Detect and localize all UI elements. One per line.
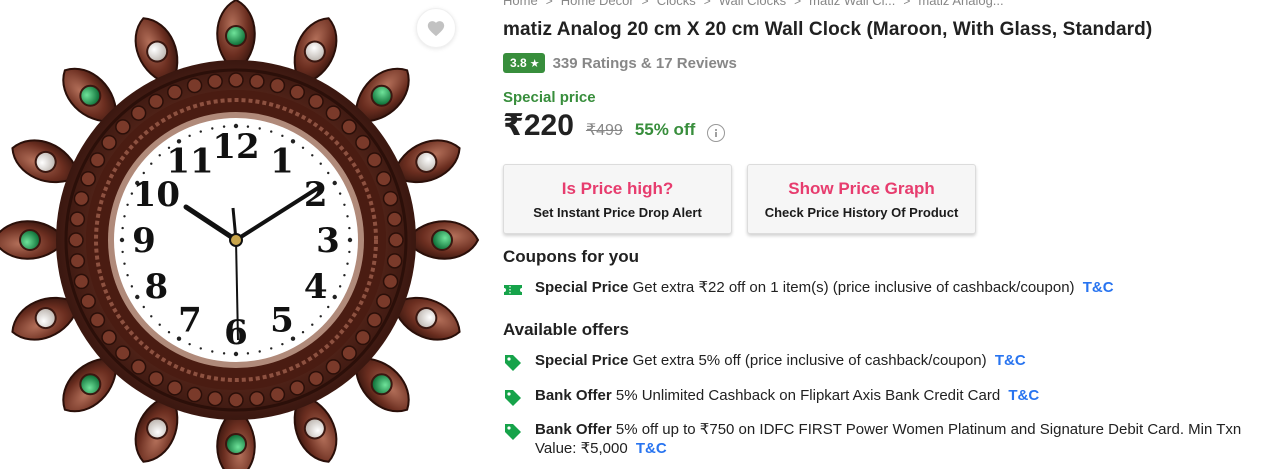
chevron-right-icon: > [703, 0, 711, 8]
product-image-pane: 12 1 2 3 4 5 6 7 8 9 10 11 [0, 0, 480, 469]
wishlist-button[interactable] [416, 8, 456, 48]
coupon-kind: Special Price [535, 279, 629, 296]
special-price-label: Special price [503, 89, 596, 106]
offer-kind: Bank Offer [535, 387, 612, 404]
coupon-description: Get extra ₹22 off on 1 item(s) (price in… [632, 279, 1075, 296]
rating-value: 3.8 [510, 56, 527, 70]
chevron-right-icon: > [794, 0, 802, 8]
price-high-title: Is Price high? [561, 178, 674, 198]
available-offers-heading: Available offers [503, 320, 629, 339]
clock-numeral: 3 [316, 221, 340, 261]
clock-numeral: 6 [224, 313, 248, 353]
offer-description: 5% Unlimited Cashback on Flipkart Axis B… [615, 387, 1001, 404]
product-details: Home > Home Decor > Clocks > Wall Clocks… [503, 0, 1280, 469]
offer-description: Get extra 5% off (price inclusive of cas… [632, 352, 987, 369]
rating-badge[interactable]: 3.8 ★ [503, 53, 545, 73]
offer-tag-icon [505, 424, 521, 440]
price-graph-button[interactable]: Show Price Graph Check Price History Of … [747, 164, 976, 234]
offer-description-continued: Value: ₹5,000 [535, 440, 628, 457]
info-icon[interactable] [707, 124, 726, 142]
offer-item: Special Price Get extra 5% off (price in… [503, 351, 1026, 371]
price-row: ₹220 ₹499 55% off [503, 108, 726, 143]
breadcrumb-clocks[interactable]: Clocks [657, 0, 696, 8]
price-graph-title: Show Price Graph [788, 178, 935, 198]
breadcrumb-home[interactable]: Home [503, 0, 538, 8]
discount-percent: 55% off [634, 120, 696, 139]
price-drop-alert-button[interactable]: Is Price high? Set Instant Price Drop Al… [503, 164, 732, 234]
chevron-right-icon: > [545, 0, 553, 8]
offer-item: Bank Offer 5% off up to ₹750 on IDFC FIR… [503, 420, 1241, 458]
breadcrumb-current-product[interactable]: matiz Analog... [918, 0, 1003, 8]
star-icon: ★ [529, 57, 540, 70]
coupon-item: Special Price Get extra ₹22 off on 1 ite… [503, 278, 1114, 298]
heart-icon [427, 21, 445, 37]
coupons-heading: Coupons for you [503, 247, 639, 266]
offer-kind: Bank Offer [535, 421, 612, 438]
clock-numeral: 12 [212, 127, 259, 167]
clock-numeral: 7 [178, 301, 202, 341]
original-price: ₹499 [585, 122, 623, 139]
clock-numeral: 8 [144, 267, 168, 307]
chevron-right-icon: > [903, 0, 911, 8]
breadcrumb-brand-category[interactable]: matiz Wall Cl... [809, 0, 895, 8]
offer-tc-link[interactable]: T&C [995, 352, 1026, 369]
breadcrumb-home-decor[interactable]: Home Decor [561, 0, 634, 8]
price-history-subtitle: Check Price History Of Product [764, 204, 959, 220]
clock-numeral: 11 [166, 141, 213, 181]
product-image-wall-clock[interactable]: 12 1234567891011 [0, 0, 480, 469]
price-drop-alert-subtitle: Set Instant Price Drop Alert [533, 204, 702, 220]
offer-item: Bank Offer 5% Unlimited Cashback on Flip… [503, 386, 1039, 406]
coupon-tc-link[interactable]: T&C [1083, 279, 1114, 296]
clock-numeral: 5 [270, 301, 294, 341]
offer-kind: Special Price [535, 352, 629, 369]
ratings-reviews-count[interactable]: 339 Ratings & 17 Reviews [553, 55, 737, 72]
clock-numeral: 4 [304, 267, 328, 307]
offer-tag-icon [505, 355, 521, 371]
offer-tag-icon [505, 390, 521, 406]
offer-tc-link[interactable]: T&C [1008, 387, 1039, 404]
breadcrumb-wall-clocks[interactable]: Wall Clocks [719, 0, 786, 8]
rating-row: 3.8 ★ 339 Ratings & 17 Reviews [503, 53, 737, 73]
offer-tc-link[interactable]: T&C [636, 440, 667, 457]
current-price: ₹220 [503, 109, 574, 142]
clock-numeral: 9 [132, 221, 156, 261]
coupon-ticket-icon [504, 285, 522, 295]
chevron-right-icon: > [641, 0, 649, 8]
clock-numeral: 1 [270, 141, 294, 181]
offer-description: 5% off up to ₹750 on IDFC FIRST Power Wo… [615, 421, 1242, 438]
product-title: matiz Analog 20 cm X 20 cm Wall Clock (M… [503, 19, 1153, 40]
breadcrumb: Home > Home Decor > Clocks > Wall Clocks… [503, 0, 1004, 8]
